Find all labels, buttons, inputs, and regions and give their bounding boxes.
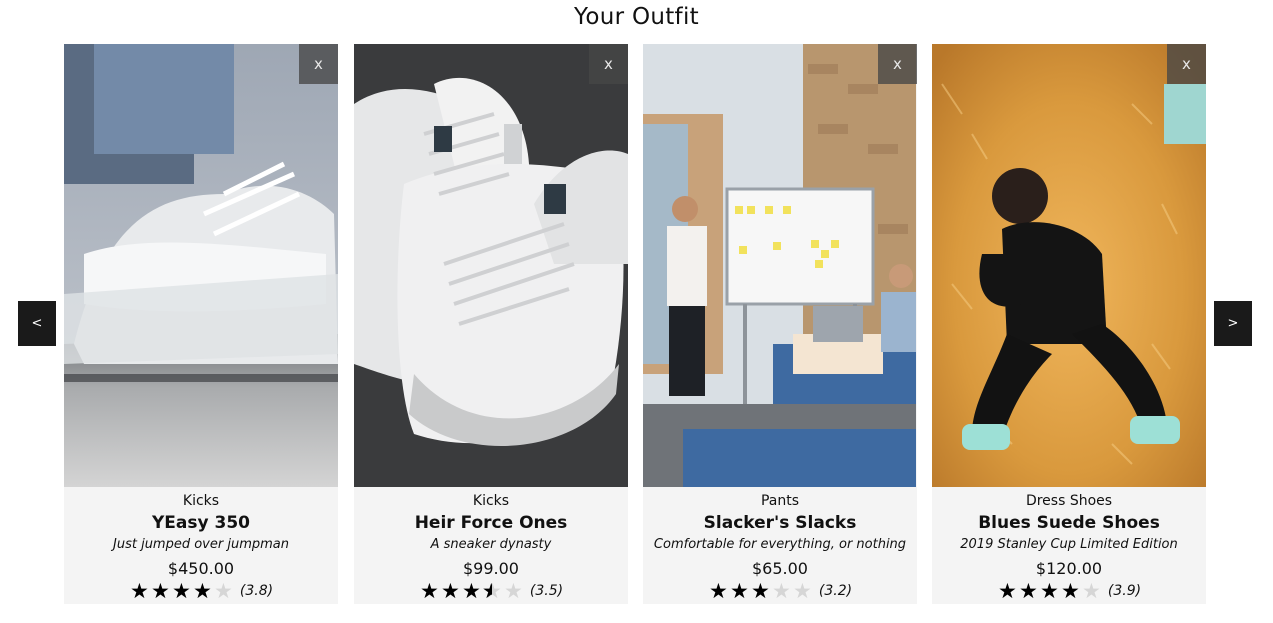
product-category: Kicks: [182, 493, 220, 509]
star-icon: ★★: [792, 579, 812, 603]
card-info: Dress Shoes Blues Suede Shoes 2019 Stanl…: [932, 487, 1206, 604]
star-icon: ★★: [419, 579, 439, 603]
rating-value: (3.2): [818, 583, 853, 599]
star-icon: ★★: [1060, 579, 1080, 603]
star-icon: ★★: [708, 579, 728, 603]
star-icon: ★★: [461, 579, 481, 603]
product-name[interactable]: Blues Suede Shoes: [932, 513, 1206, 533]
star-fill: ★: [150, 581, 170, 601]
product-rating: ★★★★★★★★★★ (3.9): [932, 579, 1206, 603]
product-rating: ★★★★★★★★★★ (3.5): [354, 579, 628, 603]
star-icon: ★★: [129, 579, 149, 603]
product-price: $65.00: [752, 559, 808, 578]
star-fill: ★: [1060, 581, 1080, 601]
star-icon: ★★: [1018, 579, 1038, 603]
product-category: Dress Shoes: [1025, 493, 1113, 509]
outfit-card[interactable]: x Pants Slacker's Slacks Comfortable for…: [643, 44, 917, 604]
star-fill: ★: [1039, 581, 1059, 601]
star-rating: ★★★★★★★★★★: [419, 579, 524, 603]
star-fill: ★: [1018, 581, 1038, 601]
star-rating: ★★★★★★★★★★: [708, 579, 813, 603]
rating-value: (3.8): [239, 583, 274, 599]
product-name[interactable]: Slacker's Slacks: [643, 513, 917, 533]
remove-item-button[interactable]: x: [589, 44, 628, 84]
star-icon: ★★: [750, 579, 770, 603]
product-price: $99.00: [463, 559, 519, 578]
star-icon: ★★: [150, 579, 170, 603]
star-icon: ★★: [171, 579, 191, 603]
rating-value: (3.5): [529, 583, 564, 599]
product-price: $450.00: [167, 559, 235, 578]
remove-item-button[interactable]: x: [878, 44, 917, 84]
star-icon: ★★: [1039, 579, 1059, 603]
rating-value: (3.9): [1107, 583, 1142, 599]
star-fill: ★: [129, 581, 149, 601]
product-description: A sneaker dynasty: [430, 537, 552, 552]
star-icon: ★★: [1081, 579, 1101, 603]
product-description: Just jumped over jumpman: [113, 537, 289, 552]
star-icon: ★★: [192, 579, 212, 603]
page-title: Your Outfit: [574, 4, 699, 30]
star-fill: ★: [481, 581, 493, 601]
star-icon: ★★: [771, 579, 791, 603]
star-fill: ★: [419, 581, 439, 601]
star-fill: ★: [729, 581, 749, 601]
product-category: Kicks: [472, 493, 510, 509]
product-image[interactable]: x: [64, 44, 338, 487]
product-rating: ★★★★★★★★★★ (3.8): [64, 579, 338, 603]
card-info: Kicks YEasy 350 Just jumped over jumpman…: [64, 487, 338, 604]
product-image[interactable]: x: [932, 44, 1206, 487]
carousel-next-button[interactable]: >: [1214, 301, 1252, 346]
outfit-card[interactable]: x Kicks YEasy 350 Just jumped over jumpm…: [64, 44, 338, 604]
star-fill: ★: [440, 581, 460, 601]
star-fill: ★: [750, 581, 770, 601]
card-info: Kicks Heir Force Ones A sneaker dynasty …: [354, 487, 628, 604]
star-icon: ★★: [729, 579, 749, 603]
product-image[interactable]: x: [354, 44, 628, 487]
star-icon: ★★: [503, 579, 523, 603]
product-price: $120.00: [1035, 559, 1103, 578]
product-description: Comfortable for everything, or nothing: [653, 537, 907, 552]
product-description: 2019 Stanley Cup Limited Edition: [960, 537, 1178, 552]
star-fill: ★: [192, 581, 212, 601]
star-fill: ★: [997, 581, 1017, 601]
star-fill: ★: [171, 581, 191, 601]
card-info: Pants Slacker's Slacks Comfortable for e…: [643, 487, 917, 604]
star-rating: ★★★★★★★★★★: [129, 579, 234, 603]
star-fill: ★: [708, 581, 728, 601]
product-rating: ★★★★★★★★★★ (3.2): [643, 579, 917, 603]
product-image[interactable]: x: [643, 44, 917, 487]
product-name[interactable]: YEasy 350: [64, 513, 338, 533]
product-name[interactable]: Heir Force Ones: [354, 513, 628, 533]
carousel-prev-button[interactable]: <: [18, 301, 56, 346]
outfit-card[interactable]: x Kicks Heir Force Ones A sneaker dynast…: [354, 44, 628, 604]
remove-item-button[interactable]: x: [299, 44, 338, 84]
star-icon: ★★: [440, 579, 460, 603]
outfit-card[interactable]: x Dress Shoes Blues Suede Shoes 2019 Sta…: [932, 44, 1206, 604]
star-rating: ★★★★★★★★★★: [997, 579, 1102, 603]
product-category: Pants: [760, 493, 800, 509]
star-fill: ★: [461, 581, 481, 601]
star-icon: ★★: [213, 579, 233, 603]
star-icon: ★★: [997, 579, 1017, 603]
remove-item-button[interactable]: x: [1167, 44, 1206, 84]
star-icon: ★★: [481, 579, 502, 603]
